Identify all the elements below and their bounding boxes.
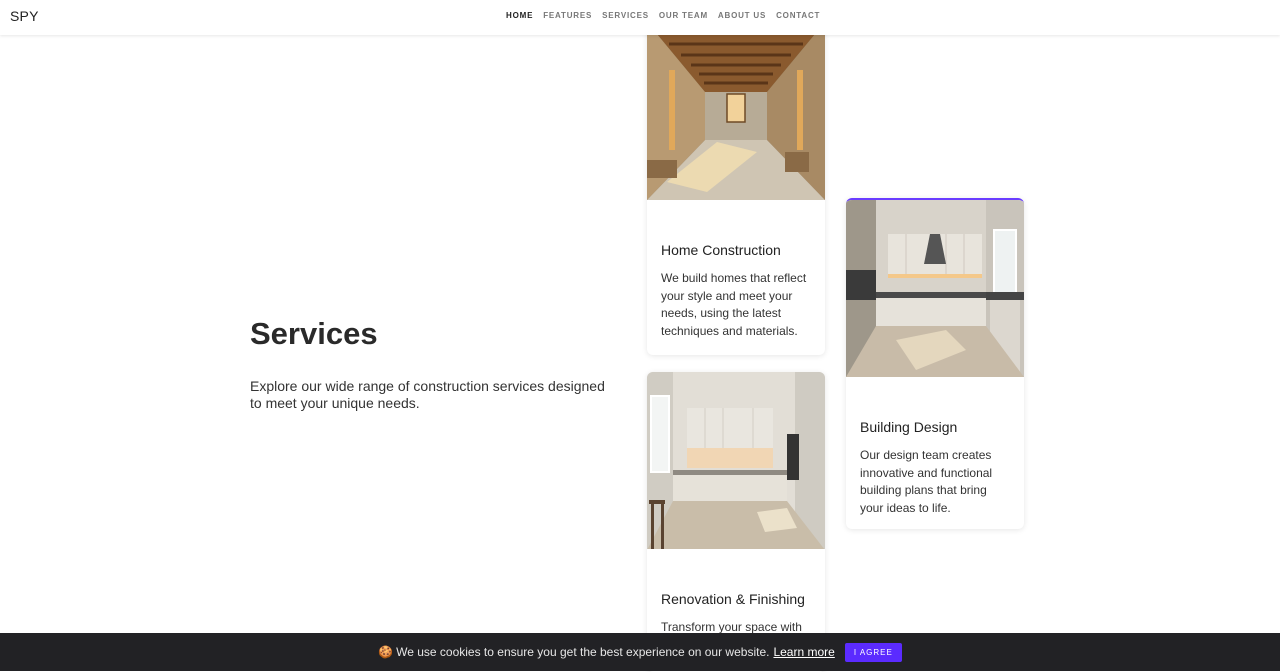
- nav-our-team[interactable]: OUR TEAM: [659, 11, 708, 20]
- card-title: Home Construction: [661, 242, 781, 258]
- kitchen-modern-image: [846, 200, 1024, 377]
- cookie-banner: 🍪 We use cookies to ensure you get the b…: [0, 633, 1280, 671]
- nav-about-us[interactable]: ABOUT US: [718, 11, 766, 20]
- card-text: We build homes that reflect your style a…: [661, 271, 807, 338]
- cookie-icon: 🍪: [378, 645, 394, 659]
- navbar: SPY HOME FEATURES SERVICES OUR TEAM ABOU…: [0, 0, 1280, 35]
- page-title: Services: [250, 316, 378, 351]
- cookie-learn-more-link[interactable]: Learn more: [773, 645, 834, 659]
- nav-features[interactable]: FEATURES: [543, 11, 592, 20]
- service-card-home-construction[interactable]: Home Construction We build homes that re…: [647, 22, 825, 355]
- kitchen-renovated-image: [647, 372, 825, 549]
- construction-interior-image: [647, 22, 825, 200]
- card-image: [647, 22, 825, 200]
- main-nav: HOME FEATURES SERVICES OUR TEAM ABOUT US…: [506, 11, 830, 20]
- service-card-building-design[interactable]: Building Design Our design team creates …: [846, 198, 1024, 529]
- page-subtitle: Explore our wide range of construction s…: [250, 378, 605, 411]
- service-card-renovation-finishing[interactable]: Renovation & Finishing Transform your sp…: [647, 372, 825, 672]
- cookie-message: We use cookies to ensure you get the bes…: [396, 645, 770, 659]
- card-body: Renovation & Finishing Transform your sp…: [647, 591, 825, 637]
- nav-contact[interactable]: CONTACT: [776, 11, 820, 20]
- card-image: [647, 372, 825, 549]
- card-text: Our design team creates innovative and f…: [860, 448, 993, 515]
- cookie-agree-button[interactable]: I AGREE: [844, 642, 902, 662]
- card-image: [846, 200, 1024, 377]
- nav-services[interactable]: SERVICES: [602, 11, 649, 20]
- nav-home[interactable]: HOME: [506, 11, 533, 20]
- card-body: Building Design Our design team creates …: [846, 419, 1024, 517]
- card-title: Renovation & Finishing: [661, 591, 805, 607]
- brand-logo[interactable]: SPY: [10, 8, 39, 24]
- card-title: Building Design: [860, 419, 958, 435]
- services-hero: Services Explore our wide range of const…: [250, 316, 620, 412]
- card-body: Home Construction We build homes that re…: [647, 242, 825, 340]
